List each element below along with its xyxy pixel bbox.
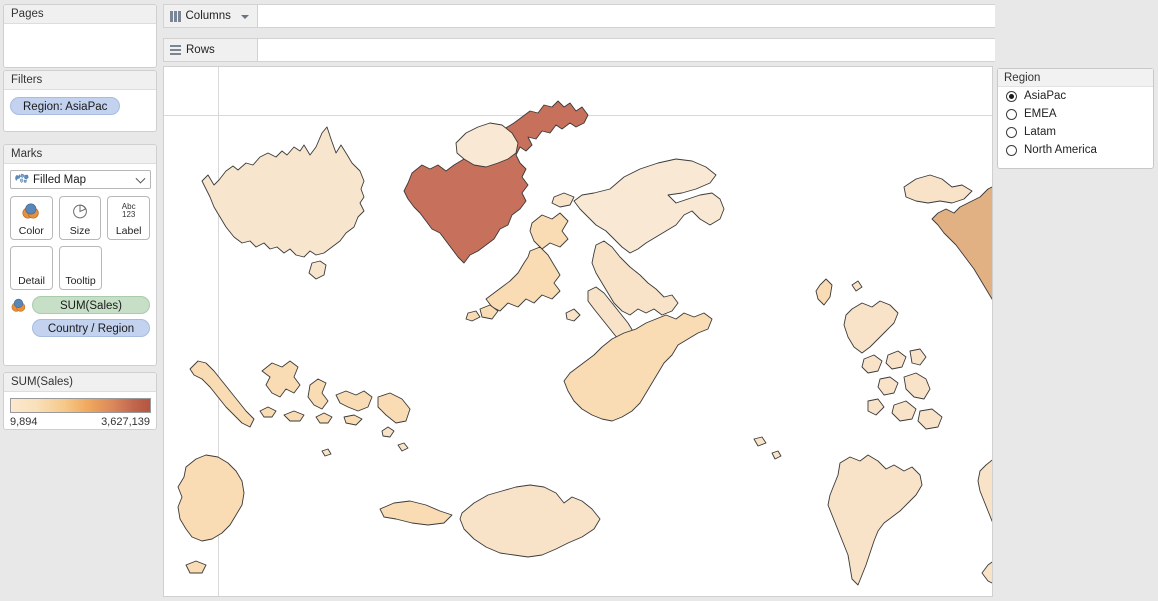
encoding-pill-country-region[interactable]: Country / Region	[32, 319, 150, 337]
country-vietnam[interactable]	[977, 455, 992, 585]
detail-button-label: Detail	[18, 275, 45, 287]
radio-icon[interactable]	[1006, 90, 1017, 102]
country-singapore[interactable]	[459, 484, 601, 558]
radio-icon[interactable]	[1006, 126, 1017, 138]
country-kazakhstan[interactable]	[573, 158, 725, 254]
tooltip-button-label: Tooltip	[65, 275, 96, 287]
color-gradient-bar	[10, 398, 151, 413]
columns-shelf-label[interactable]: Columns	[163, 4, 257, 28]
filters-drop-zone[interactable]: Region: AsiaPac	[4, 90, 156, 122]
color-circles-icon	[11, 197, 52, 225]
left-shelf-panel: Pages Filters Region: AsiaPac Marks Fill…	[0, 0, 160, 601]
detail-icon	[11, 247, 52, 275]
country-thailand[interactable]	[827, 454, 923, 586]
region-option-emea[interactable]: EMEA	[998, 105, 1153, 123]
chevron-down-icon	[135, 173, 146, 184]
map-view-area[interactable]	[163, 66, 993, 597]
country-papua-new-guinea[interactable]	[903, 174, 973, 204]
minor-islands	[321, 308, 782, 460]
region-filter-card: Region AsiaPac EMEA Latam North America	[997, 68, 1154, 169]
encoding-pill-sum-sales[interactable]: SUM(Sales)	[32, 296, 150, 314]
label-button-label: Label	[115, 225, 142, 237]
tooltip-button[interactable]: Tooltip	[59, 246, 102, 290]
size-button[interactable]: Size	[58, 196, 102, 240]
pages-drop-zone[interactable]	[4, 24, 156, 67]
country-philippines[interactable]	[843, 280, 943, 430]
color-legend-card: SUM(Sales) 9,894 3,627,139	[3, 372, 157, 430]
country-indonesia[interactable]	[189, 360, 411, 428]
country-australia-tasmania[interactable]	[308, 260, 327, 280]
size-pie-icon	[60, 197, 101, 225]
filled-map-svg[interactable]	[164, 67, 992, 596]
country-south-korea-jeju[interactable]	[185, 560, 207, 574]
mark-type-select[interactable]: Filled Map	[10, 170, 151, 189]
marks-card: Marks Filled Map Color Size Abc 123 Labe…	[3, 144, 157, 366]
rows-shelf-label[interactable]: Rows	[163, 38, 257, 62]
rows-label-text: Rows	[186, 44, 215, 56]
chevron-down-icon[interactable]	[241, 15, 249, 19]
filter-pill-region[interactable]: Region: AsiaPac	[10, 97, 121, 115]
marks-button-row-2: Detail Tooltip	[10, 246, 150, 290]
columns-label-text: Columns	[185, 10, 231, 22]
label-button[interactable]: Abc 123 Label	[107, 196, 151, 240]
mark-type-label: Filled Map	[33, 173, 87, 186]
encoding-row-detail: Country / Region	[10, 319, 150, 337]
pages-card-title: Pages	[4, 5, 156, 24]
filters-card: Filters Region: AsiaPac	[3, 70, 157, 132]
legend-max-value: 3,627,139	[101, 416, 150, 428]
region-option-latam[interactable]: Latam	[998, 123, 1153, 141]
color-circles-icon	[10, 297, 28, 313]
filters-card-title: Filters	[4, 71, 156, 90]
marks-button-row-1: Color Size Abc 123 Label	[10, 196, 151, 240]
pages-card: Pages	[3, 4, 157, 68]
abc-123-icon: Abc 123	[121, 202, 136, 219]
radio-icon[interactable]	[1006, 108, 1017, 120]
marks-card-title: Marks	[4, 145, 156, 164]
detail-button[interactable]: Detail	[10, 246, 53, 290]
country-south-korea[interactable]	[177, 454, 245, 542]
region-filter-title: Region	[998, 69, 1153, 87]
columns-icon	[170, 10, 181, 22]
country-pakistan[interactable]	[563, 312, 713, 422]
encoding-row-color: SUM(Sales)	[10, 296, 150, 314]
radio-icon[interactable]	[1006, 144, 1017, 156]
region-option-north-america[interactable]: North America	[998, 141, 1153, 159]
region-filter-options: AsiaPac EMEA Latam North America	[998, 87, 1153, 159]
color-button-label: Color	[18, 225, 44, 237]
color-legend-title: SUM(Sales)	[4, 373, 156, 392]
region-option-asiapac[interactable]: AsiaPac	[998, 87, 1153, 105]
country-taiwan[interactable]	[815, 278, 833, 306]
country-india[interactable]	[931, 181, 992, 329]
legend-min-value: 9,894	[10, 416, 38, 428]
size-button-label: Size	[69, 225, 91, 237]
filled-map-icon	[15, 173, 29, 187]
rows-icon	[170, 44, 181, 56]
tableau-worksheet: Pages Filters Region: AsiaPac Marks Fill…	[0, 0, 1158, 601]
color-button[interactable]: Color	[10, 196, 53, 240]
country-australia[interactable]	[201, 126, 365, 258]
country-malaysia[interactable]	[379, 500, 453, 526]
tooltip-icon	[60, 247, 101, 275]
